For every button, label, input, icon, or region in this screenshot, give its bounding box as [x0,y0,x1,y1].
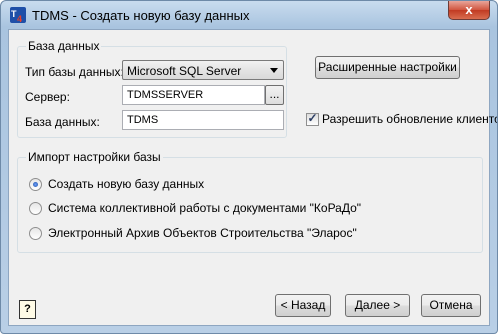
database-type-label: Тип базы данных: [25,65,124,79]
database-name-value: TDMS [127,114,159,126]
close-button[interactable]: x [448,1,490,20]
import-group: Импорт настройки базы Создать новую базу… [17,150,483,253]
allow-client-update-checkbox[interactable]: ✓ [306,111,319,126]
dialog-body: База данных Тип базы данных: Microsoft S… [8,29,497,326]
tdms-app-icon: T 4 [10,7,26,23]
svg-text:4: 4 [17,14,22,23]
server-value: TDMSSERVER [127,89,204,101]
dialog-window: T 4 TDMS - Создать новую базу данных x Б… [0,0,498,334]
server-browse-button[interactable]: ... [265,85,284,105]
database-type-select[interactable]: Microsoft SQL Server [122,60,284,80]
cancel-button[interactable]: Отмена [421,294,481,317]
import-group-title: Импорт настройки базы [26,150,163,164]
radio-elaros[interactable] [29,227,42,240]
close-icon: x [465,2,473,17]
option-elaros-label[interactable]: Электронный Архив Объектов Строительства… [48,226,357,240]
next-button[interactable]: Далее > [345,294,410,317]
chevron-down-icon [270,68,278,73]
back-button[interactable]: < Назад [275,294,331,317]
server-input[interactable]: TDMSSERVER [122,85,265,105]
option-korado-label[interactable]: Система коллективной работы с документам… [48,201,361,215]
database-name-label: База данных: [25,115,100,129]
help-button[interactable]: ? [19,300,36,319]
database-name-input[interactable]: TDMS [122,110,284,130]
database-type-value: Microsoft SQL Server [127,64,242,78]
radio-create-new-db[interactable] [29,178,42,191]
advanced-settings-button[interactable]: Расширенные настройки [315,56,460,79]
title-bar[interactable]: T 4 TDMS - Создать новую базу данных x [1,1,497,29]
server-label: Сервер: [25,90,70,104]
radio-korado[interactable] [29,202,42,215]
database-group-title: База данных [26,39,102,53]
option-create-new-db-label[interactable]: Создать новую базу данных [48,177,204,191]
check-icon: ✓ [307,111,318,125]
allow-client-update-label[interactable]: Разрешить обновление клиенто [322,112,497,126]
window-title: TDMS - Создать новую базу данных [32,8,250,23]
database-group: База данных Тип базы данных: Microsoft S… [17,39,287,138]
radio-selected-dot [33,182,38,187]
